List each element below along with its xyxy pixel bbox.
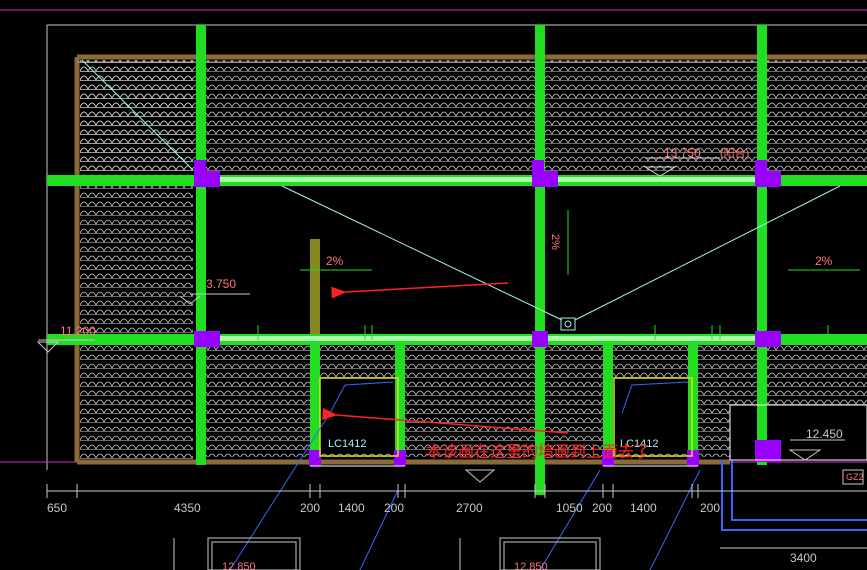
cad-drawing-canvas: 13.750 (阳台) 3.750 11.200 12.450 12.850 1… (0, 0, 867, 570)
dim-4: 200 (384, 501, 404, 515)
level-left-outer: 11.200 (60, 324, 96, 338)
dim-8: 1400 (630, 501, 657, 515)
slope-center: 2% (549, 234, 561, 250)
slope-right: 2% (815, 254, 833, 268)
dim-7: 200 (592, 501, 612, 515)
dim-6: 1050 (556, 501, 583, 515)
dim-9: 200 (700, 501, 720, 515)
level-bottom-mid: 12.850 (514, 561, 548, 570)
balcony-opening (730, 405, 867, 460)
slope-left: 2% (326, 254, 344, 268)
dim-0: 650 (47, 501, 67, 515)
misplaced-wall (310, 239, 320, 334)
dim-2: 200 (300, 501, 320, 515)
level-left-mid: 3.750 (206, 277, 236, 291)
dim-3: 1400 (338, 501, 365, 515)
annotation-text: 本该画在这里的墙画到上面去了 (426, 443, 650, 461)
top-tag-label: (阳台) (720, 146, 749, 160)
level-top-right: 13.750 (664, 146, 701, 160)
dim-1: 4350 (174, 501, 201, 515)
dim-5: 2700 (456, 501, 483, 515)
dim-lower: 3400 (790, 551, 817, 565)
window-label-left: LC1412 (328, 438, 367, 450)
gz-tag: GZ2 (846, 472, 864, 482)
level-bottom-right: 12.450 (806, 427, 843, 441)
level-bottom-left: 12.850 (222, 561, 256, 570)
